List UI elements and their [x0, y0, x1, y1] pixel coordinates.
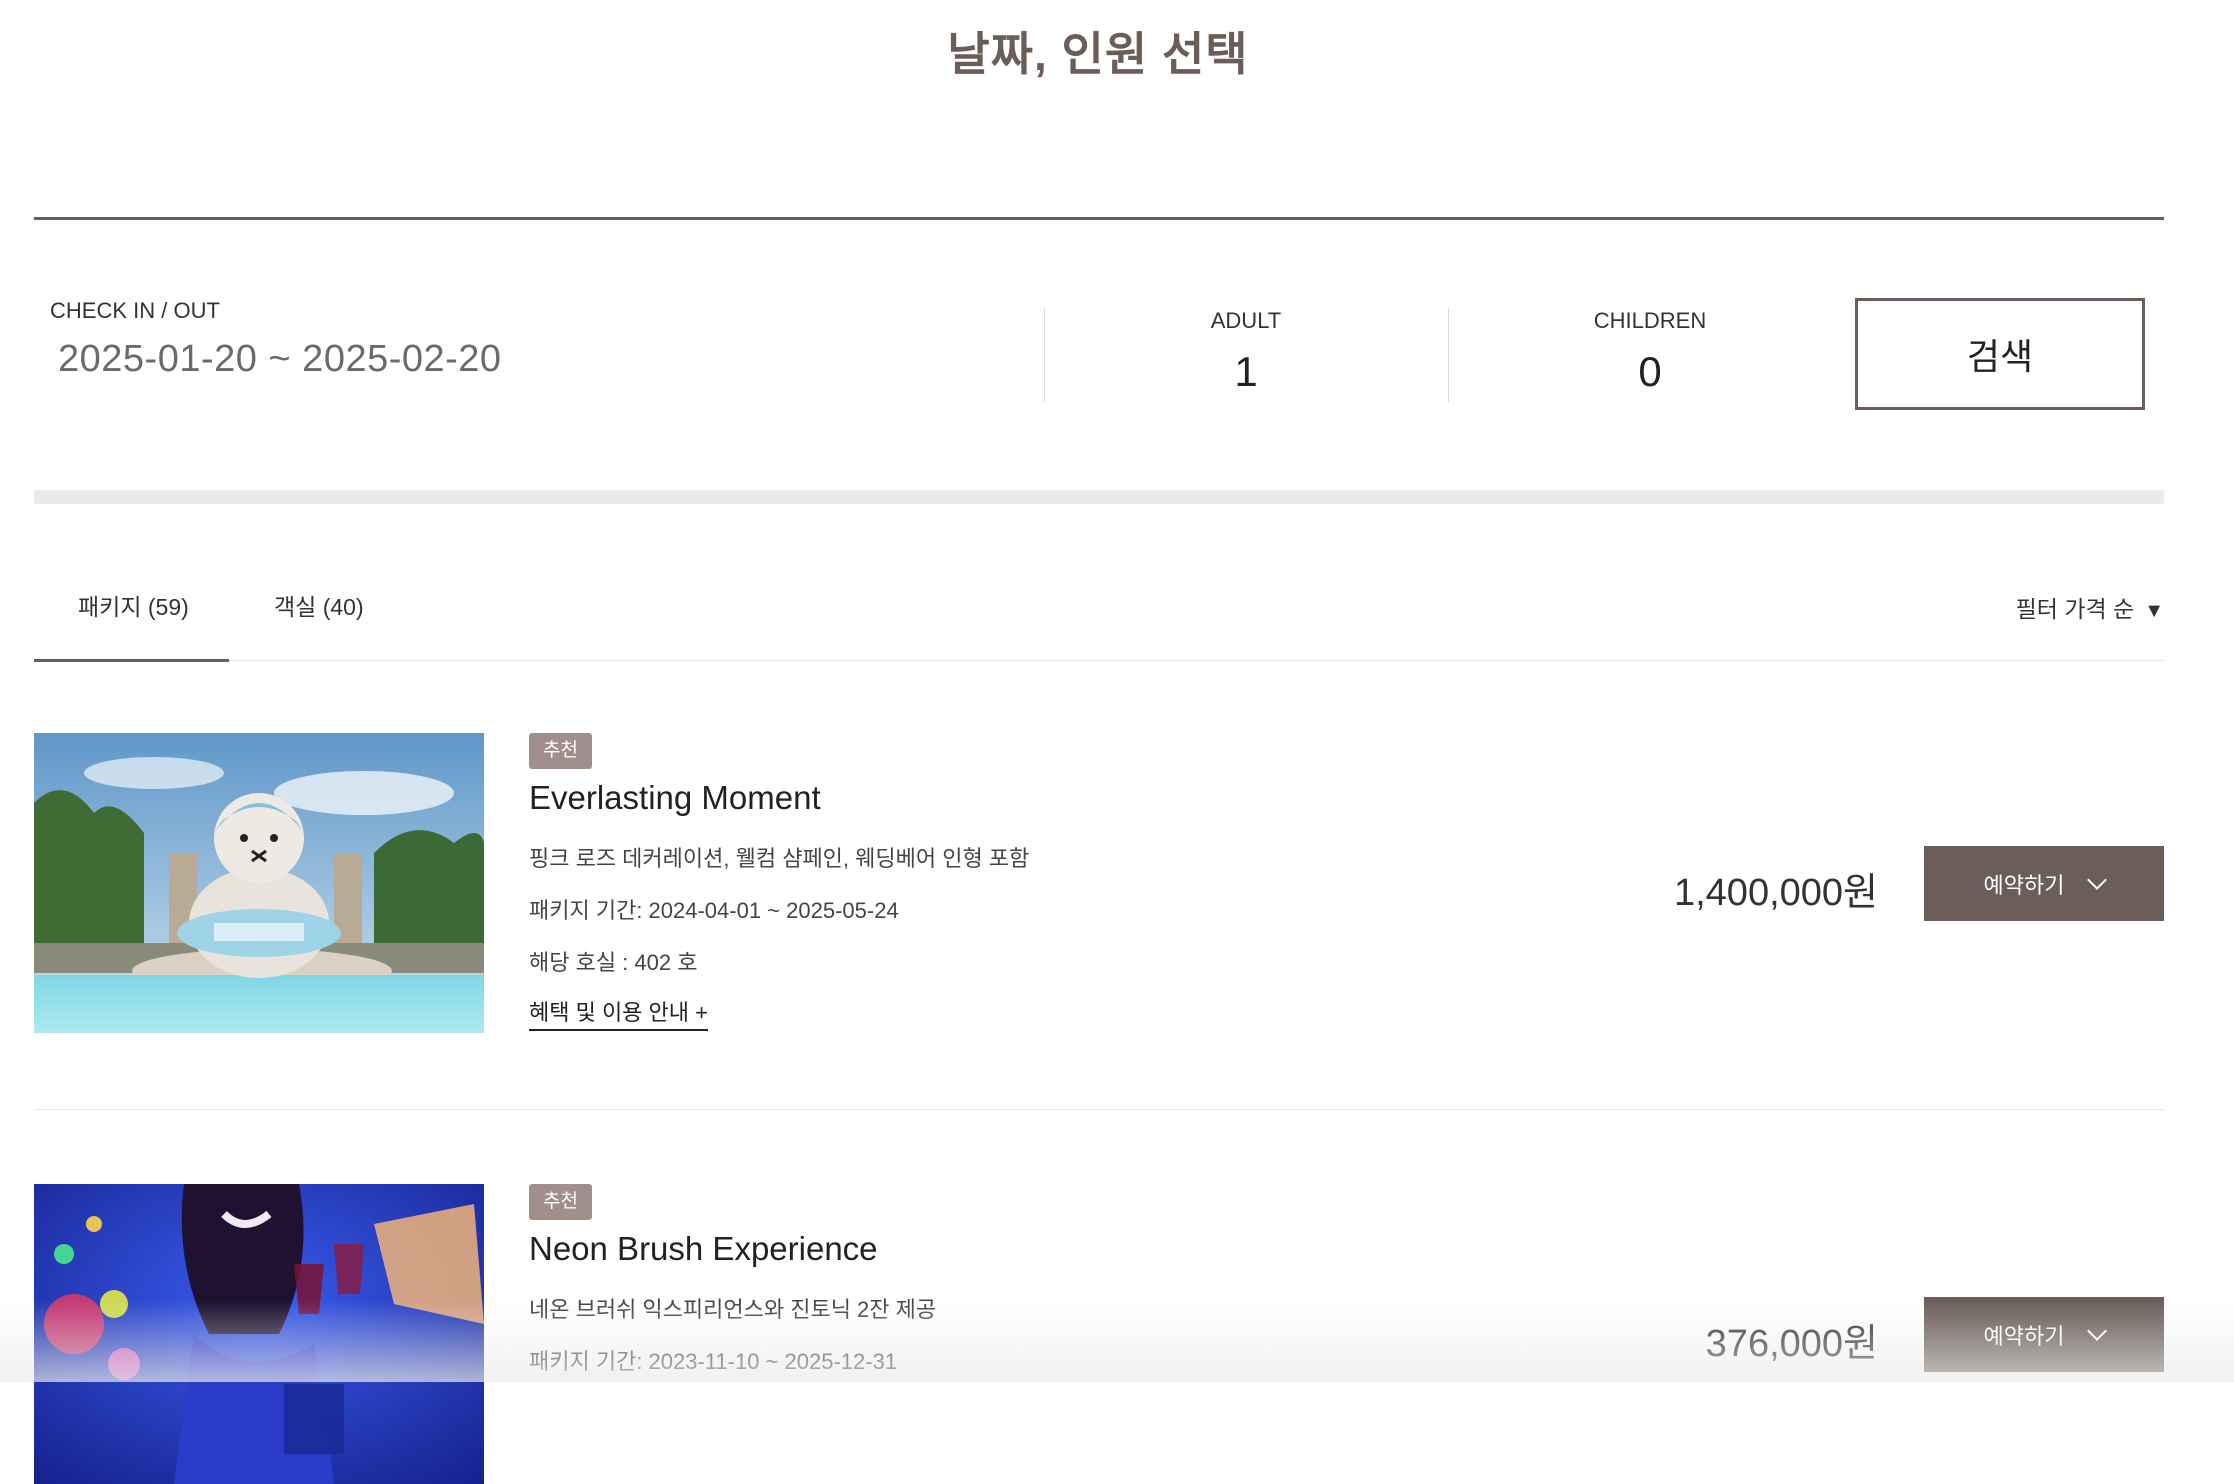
package-title[interactable]: Neon Brush Experience [529, 1230, 936, 1268]
benefit-info-link[interactable]: 혜택 및 이용 안내 + [529, 995, 708, 1031]
neon-party-image [34, 1184, 484, 1484]
title-divider [34, 217, 2164, 220]
chevron-down-icon [2087, 1320, 2108, 1341]
reserve-button[interactable]: 예약하기 [1924, 1297, 2164, 1372]
sort-filter[interactable]: 필터 가격 순 ▼ [2016, 590, 2164, 624]
reserve-button-label: 예약하기 [1983, 872, 2065, 898]
package-image-bear[interactable] [34, 733, 484, 1033]
chevron-down-icon [2087, 869, 2108, 890]
checkin-label: CHECK IN / OUT [50, 298, 220, 323]
package-period: 패키지 기간: 2023-11-10 ~ 2025-12-31 [529, 1349, 898, 1374]
tab-packages[interactable]: 패키지 (59) [78, 588, 189, 622]
children-field[interactable]: CHILDREN 0 [1448, 308, 1852, 396]
package-price: 1,400,000원 [1673, 872, 1878, 914]
active-tab-indicator [34, 659, 229, 662]
reserve-button-label: 예약하기 [1983, 1323, 2065, 1349]
adult-label: ADULT [1210, 308, 1282, 333]
package-card: 추천 Neon Brush Experience 네온 브러쉬 익스피리언스와 … [34, 1184, 2164, 1484]
date-range-field[interactable]: CHECK IN / OUT 2025-01-20 ~ 2025-02-20 [50, 298, 502, 381]
sort-filter-label: 필터 가격 순 [2015, 596, 2135, 622]
section-band [34, 490, 2164, 504]
children-label: CHILDREN [1593, 308, 1707, 333]
package-title[interactable]: Everlasting Moment [529, 779, 1029, 817]
search-bar: CHECK IN / OUT 2025-01-20 ~ 2025-02-20 A… [34, 280, 2164, 440]
package-period: 패키지 기간: 2024-04-01 ~ 2025-05-24 [529, 898, 899, 923]
bear-pool-image [34, 733, 484, 1033]
search-button[interactable]: 검색 [1855, 298, 2145, 410]
recommended-badge: 추천 [529, 733, 592, 769]
package-info: 추천 Everlasting Moment 핑크 로즈 데커레이션, 웰컴 샴페… [529, 733, 1029, 1031]
date-range-value[interactable]: 2025-01-20 ~ 2025-02-20 [58, 338, 502, 381]
package-image-neon[interactable] [34, 1184, 484, 1484]
package-rooms: 해당 호실 : 402 호 [529, 950, 698, 975]
caret-down-icon: ▼ [2144, 600, 2164, 622]
page-title: 날짜, 인원 선택 [947, 28, 1249, 80]
package-info: 추천 Neon Brush Experience 네온 브러쉬 익스피리언스와 … [529, 1184, 936, 1376]
tab-rooms[interactable]: 객실 (40) [274, 588, 364, 622]
adult-field[interactable]: ADULT 1 [1044, 308, 1448, 396]
result-tabs: 패키지 (59) 객실 (40) 필터 가격 순 ▼ [34, 560, 2164, 662]
package-description: 핑크 로즈 데커레이션, 웰컴 샴페인, 웨딩베어 인형 포함 [529, 846, 1030, 871]
recommended-badge: 추천 [529, 1184, 592, 1220]
package-card: 추천 Everlasting Moment 핑크 로즈 데커레이션, 웰컴 샴페… [34, 733, 2164, 1110]
reserve-button[interactable]: 예약하기 [1924, 846, 2164, 921]
package-description: 네온 브러쉬 익스피리언스와 진토닉 2잔 제공 [529, 1297, 937, 1322]
children-count[interactable]: 0 [1448, 348, 1852, 396]
adult-count[interactable]: 1 [1044, 348, 1448, 396]
package-price: 376,000원 [1705, 1323, 1878, 1365]
